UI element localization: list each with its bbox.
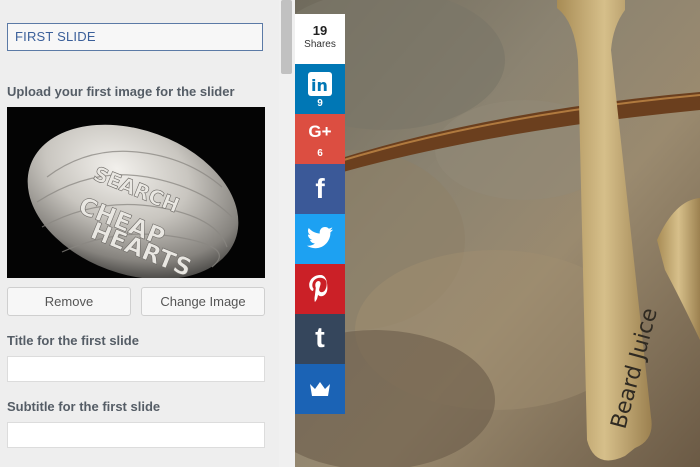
- pinterest-icon: [295, 275, 345, 308]
- upload-image-label: Upload your first image for the slider: [7, 84, 235, 99]
- share-button-tumblr[interactable]: t: [295, 314, 345, 364]
- linkedin-count: 9: [317, 98, 323, 109]
- textured-egg-image: SEARCH CHEAP HEARTS: [7, 107, 265, 278]
- google-plus-icon: G+: [308, 122, 332, 141]
- share-button-more[interactable]: [295, 364, 345, 414]
- title-input[interactable]: [7, 356, 265, 382]
- share-button-pinterest[interactable]: [295, 264, 345, 314]
- preview-background-photo: Beard Juice: [295, 0, 700, 467]
- svg-text:in: in: [311, 76, 328, 95]
- linkedin-icon: in: [295, 72, 345, 101]
- share-count-box: 19 Shares: [295, 14, 345, 64]
- panel-scrollbar-thumb[interactable]: [281, 0, 292, 74]
- tumblr-icon: t: [315, 322, 325, 354]
- crown-icon: [295, 380, 345, 403]
- customizer-panel: FIRST SLIDE Upload your first image for …: [0, 0, 279, 467]
- subtitle-input[interactable]: [7, 422, 265, 448]
- twitter-icon: [295, 227, 345, 254]
- wooden-sign-photo: Beard Juice: [295, 0, 700, 467]
- remove-button[interactable]: Remove: [7, 287, 131, 316]
- social-share-bar: 19 Shares in 9 G+ 6 f t: [295, 14, 345, 414]
- subtitle-label: Subtitle for the first slide: [7, 399, 161, 414]
- facebook-icon: f: [315, 173, 325, 204]
- change-image-button[interactable]: Change Image: [141, 287, 265, 316]
- share-button-google-plus[interactable]: G+ 6: [295, 114, 345, 164]
- share-button-facebook[interactable]: f: [295, 164, 345, 214]
- share-button-linkedin[interactable]: in 9: [295, 64, 345, 114]
- share-button-twitter[interactable]: [295, 214, 345, 264]
- share-count-label: Shares: [304, 39, 336, 50]
- google-plus-count: 6: [317, 148, 323, 159]
- slide-heading[interactable]: FIRST SLIDE: [7, 23, 263, 51]
- share-count: 19: [312, 23, 328, 38]
- title-label: Title for the first slide: [7, 333, 139, 348]
- slide-image-preview: SEARCH CHEAP HEARTS: [7, 107, 265, 278]
